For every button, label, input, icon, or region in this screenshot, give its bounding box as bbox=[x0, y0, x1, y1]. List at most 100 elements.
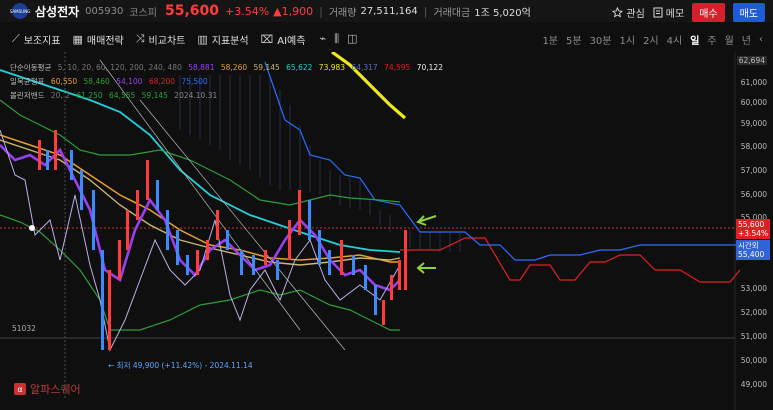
amount-label: 거래대금 bbox=[433, 7, 471, 19]
axis-tick: 52,000 bbox=[740, 308, 767, 317]
strategy-label: 매매전략 bbox=[86, 35, 124, 47]
legend-ichimoku-value: 75,500 bbox=[181, 77, 208, 86]
memo-label: 메모 bbox=[665, 9, 685, 20]
axis-tick: 60,000 bbox=[740, 98, 767, 107]
buy-button[interactable]: 매수 bbox=[692, 3, 725, 22]
favorite-button[interactable]: 관심 bbox=[612, 5, 645, 20]
volume-value: 27,511,164 bbox=[360, 5, 418, 17]
axis-tick-top: 62,694 bbox=[736, 56, 767, 65]
compare-button[interactable]: ⤨ 비교차트 bbox=[136, 32, 186, 47]
header-actions: 관심 메모 매수 매도 bbox=[612, 3, 765, 22]
analysis-icon: ▥ bbox=[197, 32, 208, 46]
axis-tick: 57,000 bbox=[740, 166, 767, 175]
axis-tick: 51,000 bbox=[740, 332, 767, 341]
current-price: 55,600 bbox=[164, 3, 219, 19]
header-divider: | bbox=[319, 4, 323, 18]
legend-ma-value: 58,881 bbox=[188, 63, 215, 72]
legend-bollinger-params: 20, 2 bbox=[50, 91, 70, 100]
axis-tick: 61,000 bbox=[740, 78, 767, 87]
star-icon bbox=[612, 7, 624, 18]
chart-toolbar: ⟋ 보조지표 ▦ 매매전략 ⤨ 비교차트 ▥ 지표분석 ⌧ AI예측 ⌁ ⫼ ◫… bbox=[0, 28, 773, 50]
period-tab[interactable]: 5분 bbox=[566, 32, 582, 47]
legend-ma-params: 5, 10, 20, 60, 120, 200, 240, 480 bbox=[57, 63, 182, 72]
change-amount: ▲1,900 bbox=[273, 4, 314, 18]
legend-bollinger-value: 61,250 bbox=[76, 91, 103, 100]
axis-tick: 58,000 bbox=[740, 142, 767, 151]
price-tag-percent: +3.54% bbox=[738, 229, 769, 238]
market-label: 코스피 bbox=[129, 7, 157, 19]
legend-ma-value: 73,983 bbox=[318, 63, 346, 72]
period-tabs: 1분 5분 30분 1시 2시 4시 일 주 월 년 ‹ bbox=[542, 28, 763, 50]
header-divider: | bbox=[423, 4, 428, 18]
period-tab[interactable]: 30분 bbox=[590, 32, 612, 47]
legend-ichimoku-label: 일목균형표 bbox=[10, 77, 45, 86]
period-tab[interactable]: 4시 bbox=[667, 32, 683, 47]
legend-bollinger-label: 볼린저밴드 bbox=[10, 91, 45, 100]
axis-tick: 56,000 bbox=[740, 190, 767, 199]
period-tab[interactable]: 주 bbox=[707, 32, 716, 47]
stock-code: 005930 bbox=[85, 5, 124, 17]
legend-ma-label: 단순이동평균 bbox=[10, 63, 52, 72]
legend-ma-value: 58,260 bbox=[220, 63, 248, 72]
memo-icon bbox=[653, 7, 663, 18]
watermark-text: 알파스퀘어 bbox=[30, 383, 81, 396]
axis-tick: 49,000 bbox=[740, 380, 767, 389]
legend-ichimoku[interactable]: 일목균형표 60,550 58,460 54,100 68,200 75,500 bbox=[10, 76, 212, 87]
period-tab[interactable]: 년 bbox=[742, 32, 751, 47]
chart-type-icons: ⌁ ⫼ ◫ bbox=[319, 32, 357, 46]
period-tab[interactable]: 월 bbox=[725, 32, 734, 47]
after-hours-tag: 시간외 55,400 bbox=[736, 240, 770, 260]
low-price-note: ← 최저 49,900 (+11.42%) - 2024.11.14 bbox=[108, 361, 253, 370]
legend-bollinger-value: 64,555 bbox=[109, 91, 136, 100]
indicator-button[interactable]: ⟋ 보조지표 bbox=[12, 32, 61, 47]
change-percent: +3.54% bbox=[225, 4, 270, 18]
favorite-label: 관심 bbox=[626, 9, 645, 20]
arrow-annotation bbox=[416, 215, 437, 226]
arrow-annotation bbox=[416, 262, 436, 274]
alphasquare-logo-icon: α bbox=[14, 383, 26, 395]
compare-icon: ⤨ bbox=[135, 32, 145, 45]
period-tab[interactable]: 2시 bbox=[643, 32, 659, 47]
level-value-label: 51032 bbox=[12, 324, 36, 333]
legend-bollinger-date: 2024.10.31 bbox=[174, 91, 218, 100]
memo-button[interactable]: 메모 bbox=[653, 5, 684, 20]
chart-canvas[interactable] bbox=[0, 52, 773, 410]
candlesticks bbox=[38, 130, 407, 350]
marker-dot bbox=[29, 225, 35, 231]
legend-ichimoku-value: 68,200 bbox=[148, 77, 176, 86]
ai-label: AI예측 bbox=[277, 35, 306, 47]
ichimoku-cloud bbox=[179, 75, 461, 252]
period-tab[interactable]: 1분 bbox=[542, 32, 558, 47]
price-tag-value: 55,600 bbox=[738, 220, 765, 229]
analysis-button[interactable]: ▥ 지표분석 bbox=[197, 32, 248, 47]
sell-button[interactable]: 매도 bbox=[732, 3, 765, 22]
stock-header: SAMSUNG 삼성전자 005930 코스피 55,600 +3.54% ▲1… bbox=[0, 0, 773, 22]
ai-icon: ⌧ bbox=[260, 32, 274, 46]
legend-ma-value: 74,595 bbox=[384, 63, 411, 72]
axis-tick: 59,000 bbox=[740, 119, 767, 128]
price-chart[interactable] bbox=[0, 52, 773, 410]
period-tab[interactable]: 1시 bbox=[620, 32, 636, 47]
legend-bollinger[interactable]: 볼린저밴드 20, 2 61,250 64,555 59,145 2024.10… bbox=[10, 90, 221, 101]
line-chart-icon[interactable]: ⌁ bbox=[319, 32, 326, 46]
period-tab-active[interactable]: 일 bbox=[690, 32, 699, 47]
analysis-label: 지표분석 bbox=[211, 35, 249, 47]
camera-icon[interactable]: ◫ bbox=[347, 32, 357, 46]
alphasquare-watermark: α 알파스퀘어 bbox=[14, 381, 81, 397]
legend-bollinger-value: 59,145 bbox=[141, 91, 168, 100]
strategy-button[interactable]: ▦ 매매전략 bbox=[73, 32, 124, 47]
legend-ichimoku-value: 58,460 bbox=[83, 77, 110, 86]
axis-tick: 50,000 bbox=[740, 356, 767, 365]
legend-ma-value: 70,122 bbox=[416, 63, 443, 72]
candle-chart-icon[interactable]: ⫼ bbox=[334, 32, 339, 46]
legend-ma-value: 65,622 bbox=[286, 63, 313, 72]
after-hours-label: 시간외 bbox=[738, 241, 759, 250]
chevron-left-icon[interactable]: ‹ bbox=[759, 34, 763, 45]
stock-name[interactable]: 삼성전자 bbox=[35, 3, 79, 20]
indicator-icon: ⟋ bbox=[12, 32, 20, 45]
axis-tick: 53,000 bbox=[740, 284, 767, 293]
legend-ma-value: 64,317 bbox=[351, 63, 378, 72]
amount-value: 1조 5,020억 bbox=[474, 7, 531, 19]
legend-ma[interactable]: 단순이동평균 5, 10, 20, 60, 120, 200, 240, 480… bbox=[10, 62, 447, 73]
ai-predict-button[interactable]: ⌧ AI예측 bbox=[261, 32, 306, 47]
